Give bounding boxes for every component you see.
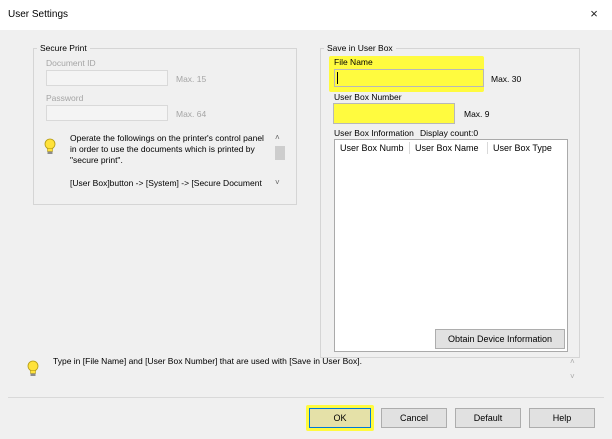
title-bar <box>0 0 612 30</box>
document-id-field[interactable] <box>46 70 168 86</box>
password-field[interactable] <box>46 105 168 121</box>
password-label: Password <box>46 93 84 103</box>
file-name-max: Max. 30 <box>491 74 522 84</box>
lightbulb-icon <box>44 138 56 156</box>
footer-divider <box>8 397 604 398</box>
secure-print-legend: Secure Print <box>37 43 90 53</box>
save-in-user-box-legend: Save in User Box <box>324 43 396 53</box>
secure-print-info-line-2: in order to use the documents which is p… <box>70 144 255 154</box>
file-name-input[interactable] <box>334 69 484 87</box>
secure-print-info-line-3: "secure print". <box>70 155 123 165</box>
file-name-label: File Name <box>334 57 373 67</box>
password-max: Max. 64 <box>176 109 207 119</box>
user-box-number-input[interactable] <box>333 103 455 124</box>
display-count-label: Display count:0 <box>420 128 479 138</box>
help-button[interactable]: Help <box>529 408 595 428</box>
ok-button[interactable]: OK <box>309 408 371 428</box>
user-box-number-max: Max. 9 <box>464 109 490 119</box>
column-separator <box>487 142 488 154</box>
obtain-device-information-button[interactable]: Obtain Device Information <box>435 329 565 349</box>
document-id-max: Max. 15 <box>176 74 207 84</box>
secure-print-info-line-1: Operate the followings on the printer's … <box>70 133 264 143</box>
default-button[interactable]: Default <box>455 408 521 428</box>
hint-scroll-down-icon[interactable]: ˅ <box>570 372 575 381</box>
cancel-button[interactable]: Cancel <box>381 408 447 428</box>
info-scroll-down-icon[interactable]: ˅ <box>275 178 280 187</box>
text-caret <box>337 72 338 84</box>
info-scrollbar-thumb[interactable] <box>275 146 285 160</box>
column-header-number[interactable]: User Box Numb <box>340 143 404 153</box>
column-header-type[interactable]: User Box Type <box>493 143 552 153</box>
user-box-list[interactable] <box>334 139 568 352</box>
info-scroll-up-icon[interactable]: ˄ <box>275 133 280 142</box>
window-title: User Settings <box>8 9 69 20</box>
secure-print-info-line-4: [User Box]button -> [System] -> [Secure … <box>70 178 262 188</box>
column-separator <box>409 142 410 154</box>
hint-scroll-up-icon[interactable]: ˄ <box>570 357 575 366</box>
user-box-info-label: User Box Information <box>334 128 414 138</box>
lightbulb-icon <box>27 360 39 378</box>
column-header-name[interactable]: User Box Name <box>415 143 479 153</box>
close-icon[interactable]: × <box>586 6 602 22</box>
document-id-label: Document ID <box>46 58 96 68</box>
user-box-number-label: User Box Number <box>334 92 402 102</box>
hint-text: Type in [File Name] and [User Box Number… <box>53 356 362 366</box>
